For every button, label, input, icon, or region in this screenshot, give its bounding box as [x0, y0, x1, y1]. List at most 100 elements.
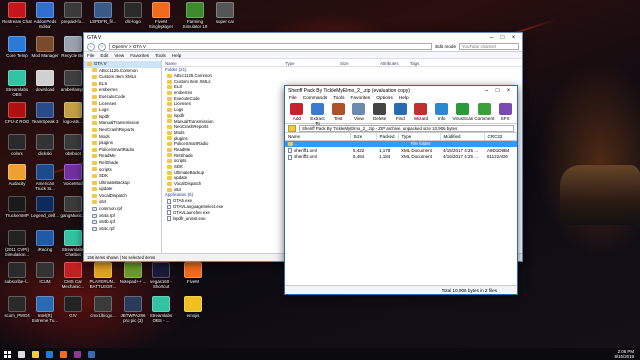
tree-item[interactable]: plugins — [84, 140, 161, 147]
menu-edit[interactable]: Edit — [100, 53, 108, 58]
wizard-button[interactable]: Wizard — [411, 102, 431, 123]
col-modified[interactable]: Modified — [440, 133, 485, 141]
desktop-icon[interactable]: TruckersMP — [2, 196, 32, 218]
system-clock[interactable]: 2:06 PM 8/15/2019 — [614, 349, 640, 359]
desktop-icon[interactable]: dickski — [30, 134, 60, 156]
tree-item[interactable]: VocalDispatch — [84, 193, 161, 200]
menu-help[interactable]: Help — [172, 53, 181, 58]
tree-item[interactable]: update — [84, 186, 161, 193]
archive-row[interactable]: sheriff2.xml 5,484 1,184 XML Document 4/15/2… — [285, 154, 517, 161]
desktop-icon[interactable]: subscribe-l... — [2, 262, 32, 284]
taskbar-openiv[interactable] — [84, 348, 98, 360]
col-name[interactable]: Name — [162, 60, 282, 66]
menu-tools[interactable]: Tools — [155, 53, 166, 58]
close-icon[interactable]: × — [508, 34, 519, 42]
col-type[interactable]: Type — [398, 133, 441, 141]
explorer-titlebar[interactable]: GTA V – □ × — [84, 33, 522, 42]
tree-item[interactable]: x64a.rpf — [84, 213, 161, 220]
minimize-icon[interactable]: – — [486, 34, 497, 42]
desktop-icon[interactable]: TeamSpeak 3 — [30, 102, 60, 124]
desktop-icon[interactable]: LSPDFR_fil... — [88, 2, 118, 24]
virusscan-button[interactable]: VirusScan — [453, 102, 473, 123]
taskbar-edge[interactable] — [42, 348, 56, 360]
add-button[interactable]: Add — [287, 102, 307, 123]
col-size[interactable]: Size — [350, 133, 377, 141]
desktop-icon[interactable]: colorx — [2, 134, 32, 156]
archive-row[interactable]: .. File folder — [285, 140, 517, 147]
desktop-icon[interactable]: Notepad++ ... — [118, 262, 148, 284]
menu-options[interactable]: Options — [376, 96, 393, 101]
col-tags[interactable]: Tags — [407, 60, 437, 66]
desktop-icon[interactable]: Mod Manager — [30, 36, 60, 58]
taskbar-task-view[interactable] — [14, 348, 28, 360]
start-button[interactable] — [0, 348, 14, 360]
desktop-icon[interactable]: cmx1lbicgx... — [88, 296, 118, 318]
col-attributes[interactable]: Attributes — [377, 60, 407, 66]
tree-item[interactable]: ELS — [84, 81, 161, 88]
menu-favorites[interactable]: Favorites — [350, 96, 370, 101]
tree-item[interactable]: UltimateBackup — [84, 180, 161, 187]
archive-row[interactable]: sheriff1.xml 5,422 1,178 XML Document 4/15/2… — [285, 147, 517, 154]
desktop-icon[interactable]: Streamlabs OBS — [2, 70, 32, 97]
tree-item[interactable]: Logs — [84, 107, 161, 114]
taskbar-winrar[interactable] — [70, 348, 84, 360]
tree-item[interactable]: Custom Item XMLs — [84, 74, 161, 81]
tree-item[interactable]: NeoCrashReports — [84, 127, 161, 134]
forward-icon[interactable]: › — [98, 42, 106, 51]
col-packed[interactable]: Packed — [376, 133, 399, 141]
tree-item[interactable]: Mods — [84, 134, 161, 141]
desktop-icon[interactable]: Restream Chat - — [2, 2, 32, 29]
info-button[interactable]: Info — [432, 102, 452, 123]
desktop-icon[interactable]: (2011 CVPI) Simulation... — [2, 230, 32, 257]
tree-item[interactable]: scripts — [84, 167, 161, 174]
tree-item[interactable]: SDK — [84, 173, 161, 180]
tree-item[interactable]: ExecuteCode — [84, 94, 161, 101]
tree-item[interactable]: emberres — [84, 87, 161, 94]
tree-item[interactable]: x64 — [84, 199, 161, 206]
taskbar-file-explorer[interactable] — [28, 348, 42, 360]
menu-tools[interactable]: Tools — [333, 96, 344, 101]
menu-file[interactable]: File — [87, 53, 94, 58]
delete-button[interactable]: Delete — [370, 102, 390, 123]
desktop-icon[interactable]: Farming Simulator 19 — [180, 2, 210, 29]
desktop-icon[interactable]: ICUM — [30, 262, 60, 284]
desktop-icon[interactable]: scum_PMG4 — [2, 296, 32, 318]
desktop-icon[interactable]: super car — [210, 2, 240, 24]
test-button[interactable]: Test — [328, 102, 348, 123]
desktop-icon[interactable]: dlc-logo — [118, 2, 148, 24]
minimize-icon[interactable]: – — [481, 87, 492, 95]
tree-item[interactable]: ReadMe — [84, 153, 161, 160]
extract-to-button[interactable]: Extract To — [308, 102, 328, 126]
col-name[interactable]: Name — [285, 133, 351, 141]
tree-item[interactable]: PoliceSmartRadio — [84, 147, 161, 154]
desktop-icon[interactable]: GIV — [58, 296, 88, 318]
tree-item[interactable]: lspdfr — [84, 114, 161, 121]
tree-item[interactable]: RelShade — [84, 160, 161, 167]
desktop-icon[interactable]: vegas160 - Shortcut — [146, 262, 176, 289]
view-button[interactable]: View — [349, 102, 369, 123]
menu-help[interactable]: Help — [399, 96, 409, 101]
find-button[interactable]: Find — [390, 102, 410, 123]
desktop-icon[interactable]: Core Temp — [2, 36, 32, 58]
desktop-icon[interactable]: Intel(R) Extreme Tu... — [30, 296, 60, 323]
col-size[interactable]: Size — [337, 60, 377, 66]
desktop-icon[interactable]: iRacing — [30, 230, 60, 252]
tree-item[interactable]: ABcc1125.Common — [84, 68, 161, 75]
edit-mode-toggle[interactable]: Edit mode — [435, 44, 456, 49]
comment-button[interactable]: Comment — [474, 102, 494, 123]
tree-root[interactable]: GTA V — [84, 61, 161, 68]
desktop-icon[interactable]: Audacity — [2, 164, 32, 186]
desktop-icon[interactable]: American Truck Si... — [30, 164, 60, 191]
desktop-icon[interactable]: AddonPeds Editor — [30, 2, 60, 29]
desktop-icon[interactable]: prepaid-fo... — [58, 2, 88, 24]
tree-item[interactable]: Licenses — [84, 101, 161, 108]
desktop-icon[interactable]: emojis — [178, 296, 208, 318]
desktop-icon[interactable]: JBTWPA286 pro pic (3) — [118, 296, 148, 323]
desktop-icon[interactable]: CMS Car Mechanic... — [58, 262, 88, 289]
sfx-button[interactable]: SFX — [495, 102, 515, 123]
tree-item[interactable]: common.rpf — [84, 206, 161, 213]
maximize-icon[interactable]: □ — [497, 34, 508, 42]
search-input[interactable]: YouTube channel — [459, 43, 519, 50]
menu-view[interactable]: View — [114, 53, 124, 58]
menu-commands[interactable]: Commands — [303, 96, 328, 101]
